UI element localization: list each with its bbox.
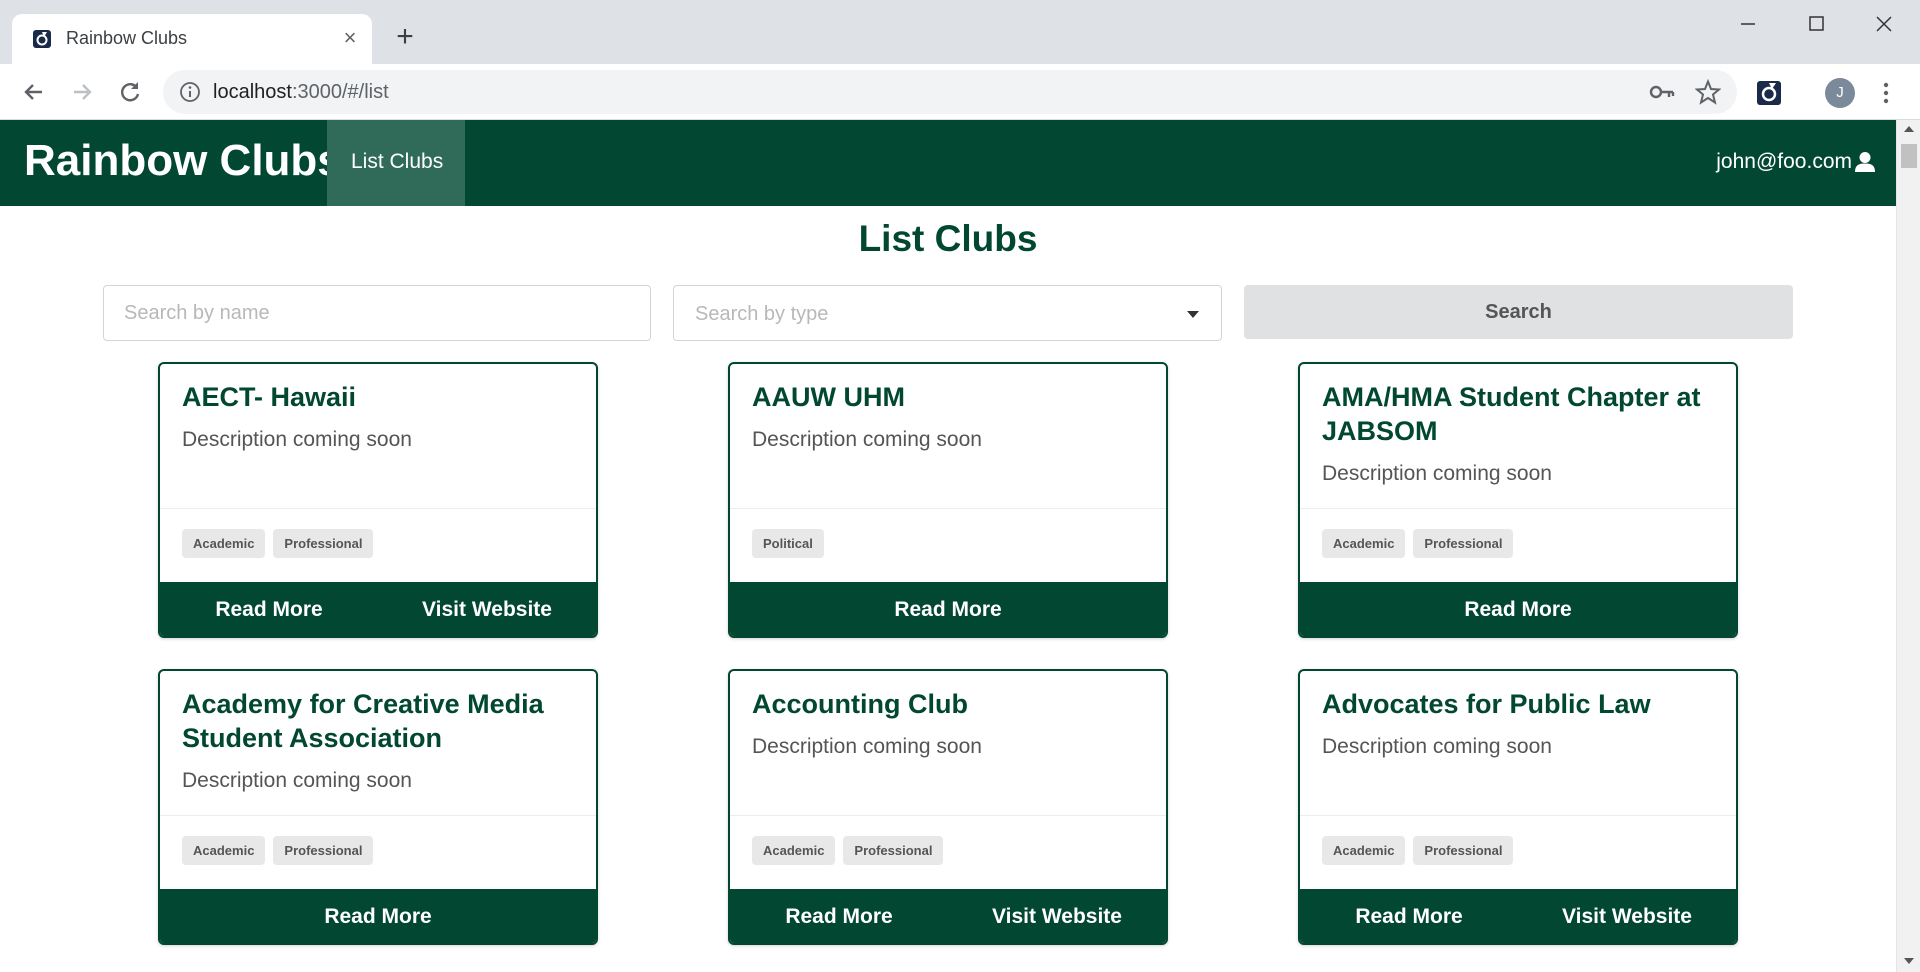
card-divider [730,815,1166,816]
club-tag: Professional [273,836,374,865]
club-tags: Political [752,529,832,558]
app-navbar: Rainbow Clubs List Clubs john@foo.com [0,120,1896,206]
card-actions: Read More Visit Website [160,582,596,636]
window-maximize-icon[interactable] [1796,8,1836,40]
nav-item-list-clubs[interactable]: List Clubs [327,120,465,206]
page-scrollbar[interactable] [1896,120,1920,972]
search-button[interactable]: Search [1244,285,1793,339]
visit-website-button[interactable]: Visit Website [1518,889,1736,943]
search-name-input[interactable] [103,285,651,341]
brand-logo[interactable]: Rainbow Clubs [24,136,342,186]
search-type-dropdown[interactable]: Search by type [673,285,1222,341]
club-tag: Academic [752,836,836,865]
club-name: Advocates for Public Law [1322,689,1651,719]
tab-close-icon[interactable]: × [338,24,362,52]
page-title: List Clubs [858,218,1038,259]
club-tags: Academic Professional [1322,529,1521,558]
card-actions: Read More [1300,582,1736,636]
read-more-button[interactable]: Read More [160,582,378,636]
club-tags: Academic Professional [182,836,381,865]
club-tag: Academic [1322,836,1406,865]
club-card: Accounting Club Description coming soon … [728,669,1168,945]
club-description: Description coming soon [182,769,412,792]
club-card: AMA/HMA Student Chapter at JABSOM Descri… [1298,362,1738,638]
club-description: Description coming soon [182,428,412,451]
card-divider [160,508,596,509]
card-divider [1300,815,1736,816]
browser-toolbar: localhost:3000/#/list J [0,64,1920,120]
club-tag: Professional [273,529,374,558]
card-divider [160,815,596,816]
read-more-button[interactable]: Read More [160,889,596,943]
club-tag: Political [752,529,824,558]
club-tag: Professional [1413,529,1514,558]
club-name: AECT- Hawaii [182,382,357,412]
read-more-button[interactable]: Read More [730,582,1166,636]
browser-tabstrip: Rainbow Clubs × + [0,0,1920,64]
address-bar[interactable]: localhost:3000/#/list [163,70,1737,114]
url-path: :3000/#/list [291,81,389,103]
user-menu[interactable]: john@foo.com [1716,150,1876,174]
browser-menu-icon[interactable] [1876,78,1896,108]
visit-website-button[interactable]: Visit Website [378,582,596,636]
club-description: Description coming soon [1322,735,1552,758]
club-tags: Academic Professional [182,529,381,558]
scrollbar-thumb[interactable] [1901,144,1917,168]
card-divider [1300,508,1736,509]
visit-website-button[interactable]: Visit Website [948,889,1166,943]
club-tags: Academic Professional [752,836,951,865]
url-text: localhost:3000/#/list [213,81,389,104]
extension-icon[interactable] [1756,80,1782,106]
club-name: Academy for Creative Media Student Assoc… [182,689,544,753]
forward-arrow-icon[interactable] [68,78,96,106]
club-name: Accounting Club [752,689,968,719]
site-favicon-icon [33,30,51,48]
scroll-down-arrow-icon[interactable] [1904,958,1914,964]
club-name: AAUW UHM [752,382,905,412]
search-type-placeholder: Search by type [695,303,829,325]
club-tags: Academic Professional [1322,836,1521,865]
read-more-button[interactable]: Read More [1300,582,1736,636]
reload-icon[interactable] [116,78,144,106]
site-info-icon[interactable] [179,81,201,103]
club-description: Description coming soon [752,428,982,451]
club-card: AECT- Hawaii Description coming soon Aca… [158,362,598,638]
club-tag: Academic [182,529,266,558]
window-minimize-icon[interactable] [1728,8,1768,40]
club-name: AMA/HMA Student Chapter at JABSOM [1322,382,1701,446]
club-description: Description coming soon [752,735,982,758]
card-divider [730,508,1166,509]
dropdown-caret-icon [1187,311,1199,318]
card-actions: Read More Visit Website [730,889,1166,943]
read-more-button[interactable]: Read More [730,889,948,943]
card-actions: Read More [730,582,1166,636]
club-card: Academy for Creative Media Student Assoc… [158,669,598,945]
window-close-icon[interactable] [1864,8,1904,40]
club-card: AAUW UHM Description coming soon Politic… [728,362,1168,638]
club-tag: Professional [1413,836,1514,865]
user-icon [1855,152,1875,172]
club-description: Description coming soon [1322,462,1552,485]
key-icon[interactable] [1649,80,1675,104]
read-more-button[interactable]: Read More [1300,889,1518,943]
tab-title: Rainbow Clubs [66,28,188,48]
club-tag: Academic [182,836,266,865]
nav-item-label: List Clubs [351,150,444,173]
card-actions: Read More [160,889,596,943]
bookmark-star-icon[interactable] [1695,79,1721,105]
page-viewport: Rainbow Clubs List Clubs john@foo.com Li… [0,120,1896,972]
back-arrow-icon[interactable] [20,78,48,106]
club-tag: Academic [1322,529,1406,558]
card-actions: Read More Visit Website [1300,889,1736,943]
club-tag: Professional [843,836,944,865]
new-tab-icon[interactable]: + [390,22,420,52]
scroll-up-arrow-icon[interactable] [1904,126,1914,132]
club-card: Advocates for Public Law Description com… [1298,669,1738,945]
browser-tab[interactable]: Rainbow Clubs × [12,14,372,64]
url-host: localhost [213,81,292,103]
profile-avatar[interactable]: J [1825,78,1855,108]
user-email: john@foo.com [1716,150,1852,173]
